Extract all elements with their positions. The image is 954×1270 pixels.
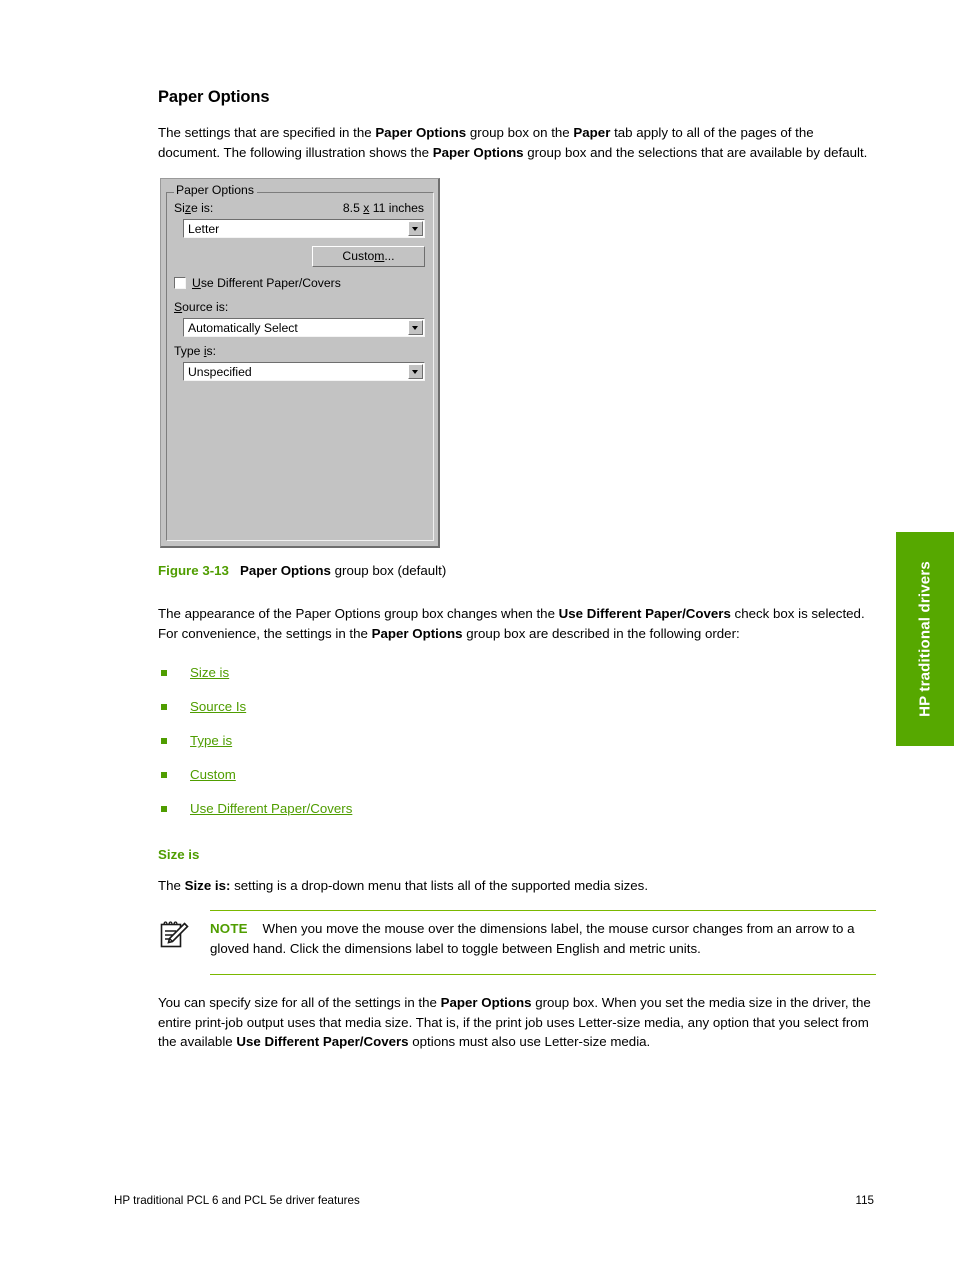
figure-number: Figure 3-13: [158, 563, 229, 579]
custom-button-label: Custom...: [342, 249, 395, 264]
square-bullet-icon: [161, 772, 167, 779]
dialog-inner: Size is: 8.5 x 11 inches Letter Custom..…: [174, 201, 425, 382]
source-is-value: Automatically Select: [188, 321, 298, 336]
related-links-list: Size is Source Is Type is Custom Use Dif…: [158, 665, 876, 817]
custom-button-row: Custom...: [174, 246, 425, 268]
note-keyword: NOTE: [210, 920, 248, 936]
square-bullet-icon: [161, 704, 167, 711]
dimensions-label[interactable]: 8.5 x 11 inches: [343, 201, 425, 216]
link-use-different-paper-covers[interactable]: Use Different Paper/Covers: [190, 801, 352, 816]
note-text: When you move the mouse over the dimensi…: [210, 920, 855, 956]
intro-paragraph: The settings that are specified in the P…: [158, 125, 868, 160]
list-item: Type is: [158, 733, 876, 749]
paper-options-dialog: Paper Options Size is: 8.5 x 11 inches L…: [160, 178, 440, 549]
chevron-down-icon[interactable]: [408, 364, 423, 380]
subsection-intro-paragraph: The Size is: setting is a drop-down menu…: [158, 878, 649, 894]
figure-illustration: Paper Options Size is: 8.5 x 11 inches L…: [160, 178, 876, 549]
custom-button[interactable]: Custom...: [312, 246, 425, 268]
footer-page-number: 115: [855, 1194, 874, 1207]
type-is-value: Unspecified: [188, 365, 252, 380]
link-custom[interactable]: Custom: [190, 767, 236, 782]
document-page: Paper Options The settings that are spec…: [0, 0, 954, 1270]
type-is-label: Type is:: [174, 344, 217, 359]
chapter-side-tab-label: HP traditional drivers: [916, 561, 934, 717]
link-size-is[interactable]: Size is: [190, 665, 229, 680]
size-is-value: Letter: [188, 222, 220, 237]
square-bullet-icon: [161, 738, 167, 745]
closing-paragraph: You can specify size for all of the sett…: [158, 995, 871, 1050]
note-pencil-icon: [158, 918, 192, 952]
chapter-side-tab: HP traditional drivers: [896, 532, 954, 746]
subsection-heading: Size is: [158, 847, 200, 863]
list-item: Source Is: [158, 699, 876, 715]
page-content: Paper Options The settings that are spec…: [158, 88, 876, 1066]
chevron-down-icon[interactable]: [408, 320, 423, 336]
use-different-paper-covers-label: Use Different Paper/Covers: [192, 276, 341, 291]
link-type-is[interactable]: Type is: [190, 733, 232, 748]
size-is-label: Size is:: [174, 201, 214, 216]
list-item: Use Different Paper/Covers: [158, 801, 876, 817]
page-title: Paper Options: [158, 88, 270, 106]
note-admonition: NOTE When you move the mouse over the di…: [158, 909, 876, 976]
type-is-combobox[interactable]: Unspecified: [183, 362, 425, 382]
after-figure-paragraph: The appearance of the Paper Options grou…: [158, 606, 865, 641]
source-is-combobox[interactable]: Automatically Select: [183, 318, 425, 338]
group-box-legend: Paper Options: [174, 184, 257, 198]
list-item: Size is: [158, 665, 876, 681]
use-different-paper-covers-row[interactable]: Use Different Paper/Covers: [174, 276, 425, 290]
link-source-is[interactable]: Source Is: [190, 699, 246, 714]
size-is-combobox[interactable]: Letter: [183, 219, 425, 239]
use-different-paper-covers-checkbox[interactable]: [174, 277, 186, 290]
figure-caption-bold: Paper Options: [240, 563, 331, 579]
source-is-label: Source is:: [174, 300, 229, 315]
list-item: Custom: [158, 767, 876, 783]
square-bullet-icon: [161, 806, 167, 813]
square-bullet-icon: [161, 670, 167, 677]
note-paragraph: NOTE When you move the mouse over the di…: [210, 919, 876, 958]
chevron-down-icon[interactable]: [408, 221, 423, 237]
note-body: NOTE When you move the mouse over the di…: [210, 909, 876, 976]
figure-caption-rest: group box (default): [330, 563, 447, 579]
page-footer: HP traditional PCL 6 and PCL 5e driver f…: [114, 1194, 874, 1207]
figure-caption: Figure 3-13 Paper Options group box (def…: [158, 562, 876, 580]
footer-chapter-title: HP traditional PCL 6 and PCL 5e driver f…: [114, 1194, 360, 1207]
size-row: Size is: 8.5 x 11 inches: [174, 201, 425, 216]
